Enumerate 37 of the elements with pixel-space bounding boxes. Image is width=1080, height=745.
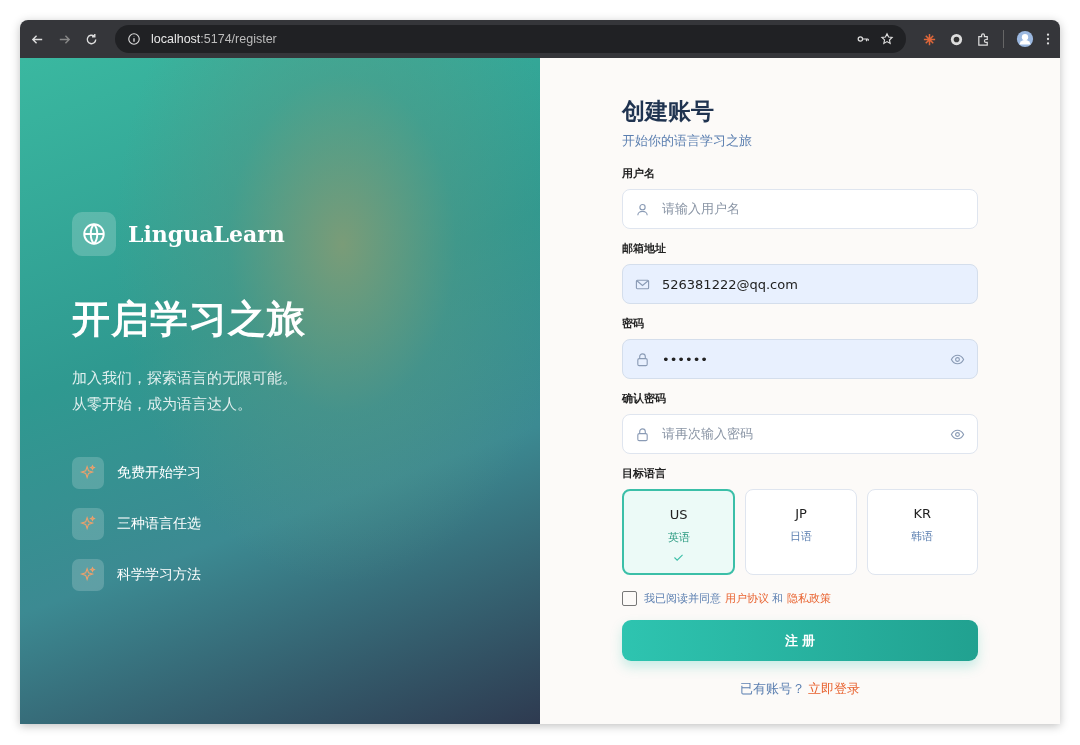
field-label: 密码 [622, 316, 645, 331]
star-icon[interactable] [880, 32, 894, 46]
field-label: 确认密码 [622, 391, 667, 406]
checkbox[interactable] [622, 591, 637, 606]
hero-description: 加入我们，探索语言的无限可能。 从零开始，成为语言达人。 [72, 368, 298, 415]
form-subtitle: 开始你的语言学习之旅 [622, 133, 753, 150]
field-label: 目标语言 [622, 466, 667, 481]
lock-icon [635, 351, 650, 367]
language-option[interactable]: US 英语 [622, 489, 736, 575]
language-option[interactable]: KR 韩语 [866, 489, 978, 575]
info-icon[interactable] [127, 32, 141, 46]
reload-icon[interactable] [84, 31, 99, 47]
input-field[interactable]: •••••• [622, 339, 978, 379]
feature-label: 科学学习方法 [117, 566, 201, 584]
feature-label: 免费开始学习 [117, 464, 201, 482]
brand-name: LinguaLearn [128, 221, 285, 247]
feature-label: 三种语言任选 [117, 515, 201, 533]
language-option[interactable]: JP 日语 [745, 489, 857, 575]
sparkle-icon [72, 508, 104, 540]
login-prompt: 已有账号？ 立即登录 [738, 681, 862, 698]
hero-title: 开启学习之旅 [72, 295, 307, 343]
lock-icon [635, 426, 650, 442]
field-label: 邮箱地址 [622, 241, 667, 256]
avatar-icon[interactable] [1016, 30, 1034, 48]
sparkle-icon [72, 559, 104, 591]
field-label: 用户名 [622, 166, 656, 181]
user-icon [635, 201, 650, 217]
input-field[interactable]: 526381222@qq.com [622, 264, 978, 304]
sparkle-icon [72, 457, 104, 489]
address-bar[interactable]: localhost:5174/register [115, 25, 906, 53]
form-title: 创建账号 [622, 96, 715, 126]
check-icon [673, 553, 685, 562]
extension-icon[interactable] [949, 31, 964, 47]
menu-icon[interactable] [1046, 32, 1050, 46]
puzzle-icon[interactable] [976, 31, 991, 47]
agreement-text: 我已阅读并同意 用户协议 和 隐私政策 [644, 591, 831, 606]
globe-icon [72, 212, 116, 256]
